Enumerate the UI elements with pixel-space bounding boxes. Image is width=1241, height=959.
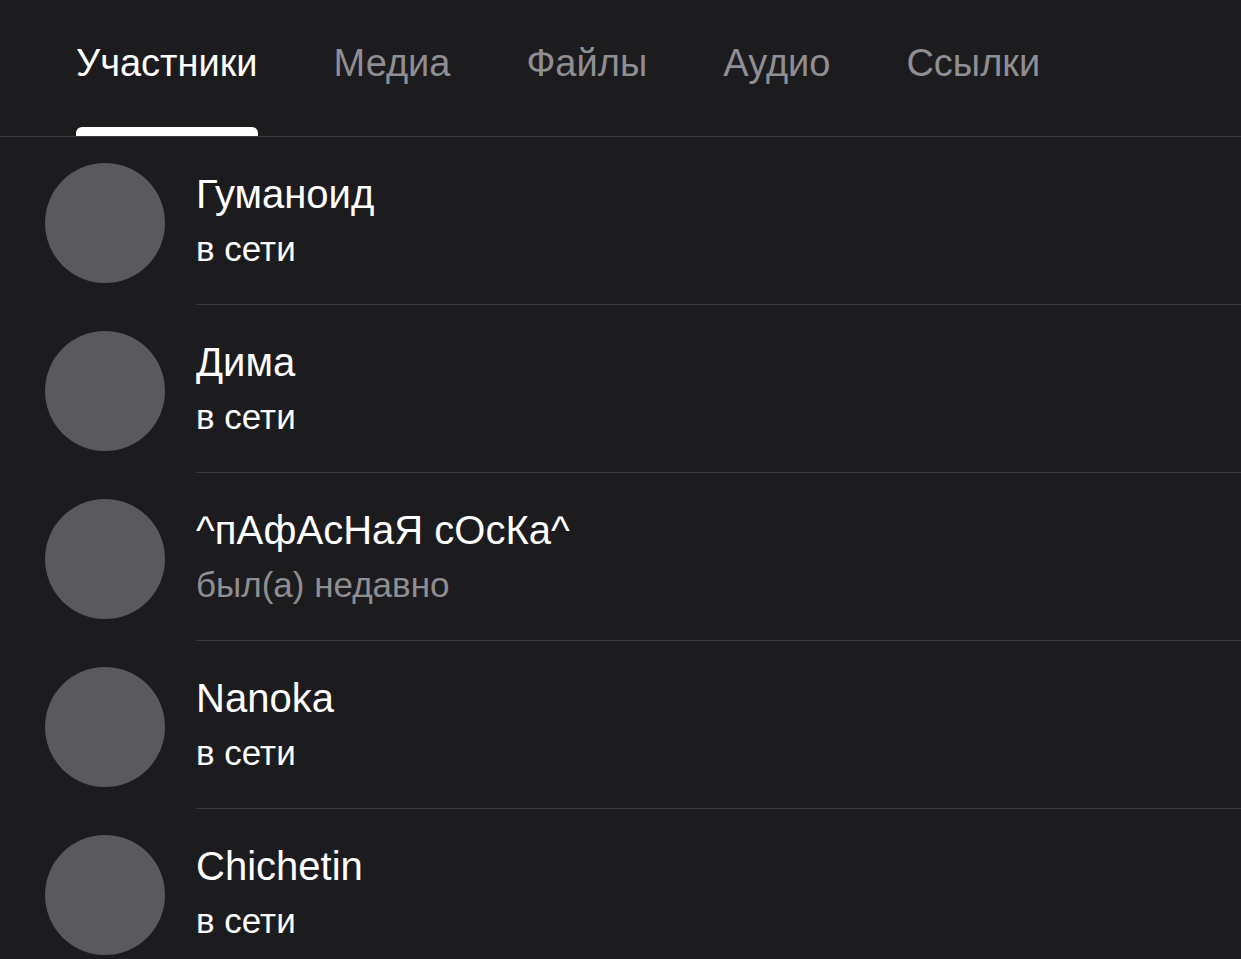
member-status: был(а) недавно — [196, 565, 1241, 605]
member-row[interactable]: Гуманоид в сети — [0, 137, 1241, 305]
member-status: в сети — [196, 733, 1241, 773]
member-list: Гуманоид в сети Дима в сети ^пАфАсНаЯ сОсКа^… — [0, 137, 1241, 959]
tab-indicator — [906, 127, 1040, 136]
tab-label: Медиа — [334, 0, 451, 127]
member-status: в сети — [196, 229, 1241, 269]
member-row[interactable]: ^пАфАсНаЯ сОсКа^ был(а) недавно — [0, 473, 1241, 641]
member-avatar — [45, 331, 165, 451]
tab-label: Аудио — [723, 0, 830, 127]
members-page: Участники Медиа Файлы Аудио Ссылки Гуманоид в … — [0, 0, 1241, 959]
member-info: Nanoka в сети — [196, 641, 1241, 809]
member-name: Chichetin — [196, 843, 1241, 889]
tab-indicator — [723, 127, 830, 136]
tab[interactable]: Участники — [76, 0, 258, 136]
member-name: Гуманоид — [196, 171, 1241, 217]
member-info: Chichetin в сети — [196, 809, 1241, 959]
member-info: Гуманоид в сети — [196, 137, 1241, 305]
tab-indicator — [76, 127, 258, 136]
member-avatar — [45, 667, 165, 787]
member-row[interactable]: Дима в сети — [0, 305, 1241, 473]
member-row[interactable]: Nanoka в сети — [0, 641, 1241, 809]
tab[interactable]: Аудио — [723, 0, 830, 136]
tab-indicator — [526, 127, 647, 136]
tab[interactable]: Медиа — [334, 0, 451, 136]
tab-indicator — [334, 127, 451, 136]
tab-bar: Участники Медиа Файлы Аудио Ссылки — [0, 0, 1241, 137]
tab-label: Файлы — [526, 0, 647, 127]
member-avatar — [45, 163, 165, 283]
member-name: Дима — [196, 339, 1241, 385]
tab[interactable]: Ссылки — [906, 0, 1040, 136]
member-info: Дима в сети — [196, 305, 1241, 473]
tab-label: Ссылки — [906, 0, 1040, 127]
tab-label: Участники — [76, 0, 258, 127]
tab[interactable]: Файлы — [526, 0, 647, 136]
member-avatar — [45, 835, 165, 955]
member-status: в сети — [196, 397, 1241, 437]
member-name: ^пАфАсНаЯ сОсКа^ — [196, 507, 1241, 553]
member-name: Nanoka — [196, 675, 1241, 721]
member-avatar — [45, 499, 165, 619]
member-info: ^пАфАсНаЯ сОсКа^ был(а) недавно — [196, 473, 1241, 641]
member-row[interactable]: Chichetin в сети — [0, 809, 1241, 959]
member-status: в сети — [196, 901, 1241, 941]
